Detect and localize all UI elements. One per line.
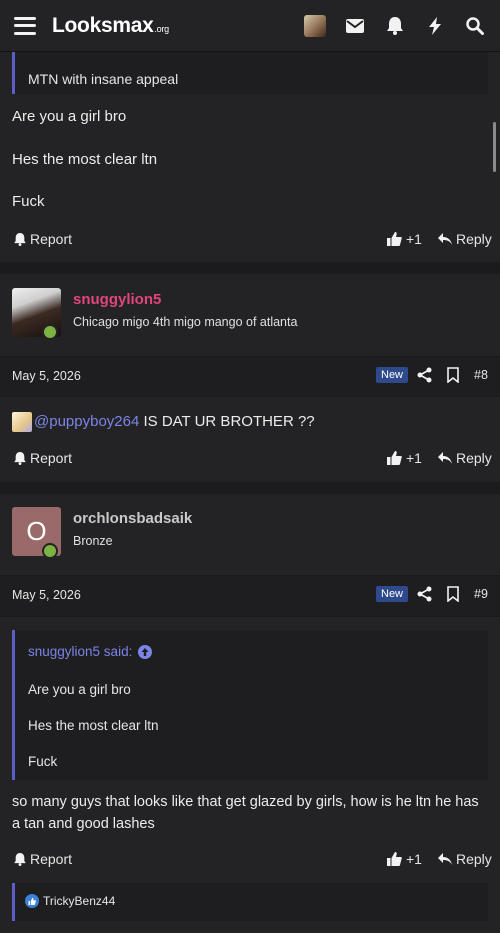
reply-arrow-icon [438,233,452,245]
post-body: snuggylion5 said: Are you a girl bro Hes… [0,617,500,933]
post-body: @puppyboy264 IS DAT UR BROTHER ?? Report… [0,397,500,482]
report-button[interactable]: Report [14,851,72,867]
online-status-indicator [42,543,58,559]
lightning-icon[interactable] [424,15,446,37]
report-button[interactable]: Report [14,231,72,247]
thumbs-up-icon [387,852,402,866]
report-label: Report [30,851,73,867]
reply-label: Reply [456,231,492,247]
report-button[interactable]: Report [14,450,72,466]
username[interactable]: snuggylion5 [73,291,161,308]
post-text-line: Are you a girl bro [12,108,127,125]
bell-icon[interactable] [384,15,406,37]
arrow-up-circle-icon [138,644,153,659]
post-text-line: @puppyboy264 IS DAT UR BROTHER ?? [34,411,315,433]
quote-text: Are you a girl bro [28,682,131,697]
user-title: Chicago migo 4th migo mango of atlanta [73,315,298,329]
reaction-user[interactable]: TrickyBenz44 [43,894,115,908]
share-icon[interactable] [417,367,433,383]
post-user-block: O orchlonsbadsaik Bronze [0,494,500,575]
report-label: Report [30,450,73,466]
quote-text: Hes the most clear ltn [28,718,159,733]
post-text-line: Hes the most clear ltn [12,151,158,168]
new-badge: New [376,367,409,383]
report-label: Report [30,231,73,247]
post-text-line: Fuck [12,193,45,210]
like-button[interactable]: +1 [387,450,422,466]
share-icon[interactable] [417,586,433,602]
post-number[interactable]: #9 [474,587,488,601]
reply-button[interactable]: Reply [438,851,492,867]
post-body: MTN with insane appeal Are you a girl br… [0,52,500,262]
reply-arrow-icon [438,452,452,464]
reactions-bar[interactable]: TrickyBenz44 [12,883,488,921]
post-date[interactable]: May 5, 2026 [12,369,81,383]
envelope-icon[interactable] [344,15,366,37]
bell-icon [14,852,26,866]
like-label: +1 [406,851,422,867]
post-number[interactable]: #8 [474,368,488,382]
post-meta-bar: May 5, 2026 New #8 [0,357,500,397]
like-label: +1 [406,450,422,466]
online-status-indicator [42,324,58,340]
reply-label: Reply [456,851,492,867]
like-button[interactable]: +1 [387,851,422,867]
reaction-summary: TrickyBenz44 [25,894,115,908]
menu-icon[interactable] [14,16,36,35]
like-reaction-icon [25,894,39,908]
reply-button[interactable]: Reply [438,450,492,466]
bell-icon [14,232,26,246]
username[interactable]: orchlonsbadsaik [73,510,192,527]
quote-author: snuggylion5 said: [28,644,133,659]
user-mention-link[interactable]: @puppyboy264 [34,413,139,430]
quote-author-link[interactable]: snuggylion5 said: [28,644,153,659]
avatar-letter: O [26,516,47,546]
mention-avatar [12,412,32,432]
search-icon[interactable] [464,15,486,37]
quote-block: snuggylion5 said: Are you a girl bro Hes… [12,630,488,780]
quote-block: MTN with insane appeal [12,52,488,94]
post-meta-bar: May 5, 2026 New #9 [0,576,500,616]
quote-text: MTN with insane appeal [28,71,179,87]
thumbs-up-icon [387,232,402,246]
thumbs-up-icon [387,451,402,465]
post-text: so many guys that looks like that get gl… [12,794,479,832]
scrollbar[interactable] [493,122,496,172]
bookmark-icon[interactable] [445,367,461,383]
user-title: Bronze [73,534,113,548]
post-user-block: snuggylion5 Chicago migo 4th migo mango … [0,274,500,356]
bookmark-icon[interactable] [445,586,461,602]
mention-text: IS DAT UR BROTHER ?? [139,413,315,430]
reply-arrow-icon [438,853,452,865]
like-button[interactable]: +1 [387,231,422,247]
quote-text: Fuck [28,754,58,769]
reply-label: Reply [456,450,492,466]
top-navigation-bar: Looksmax.org [0,0,500,52]
reply-button[interactable]: Reply [438,231,492,247]
like-label: +1 [406,231,422,247]
site-logo[interactable]: Looksmax.org [52,14,169,38]
bell-icon [14,451,26,465]
post-date[interactable]: May 5, 2026 [12,588,81,602]
account-avatar[interactable] [304,14,326,37]
new-badge: New [376,586,409,602]
